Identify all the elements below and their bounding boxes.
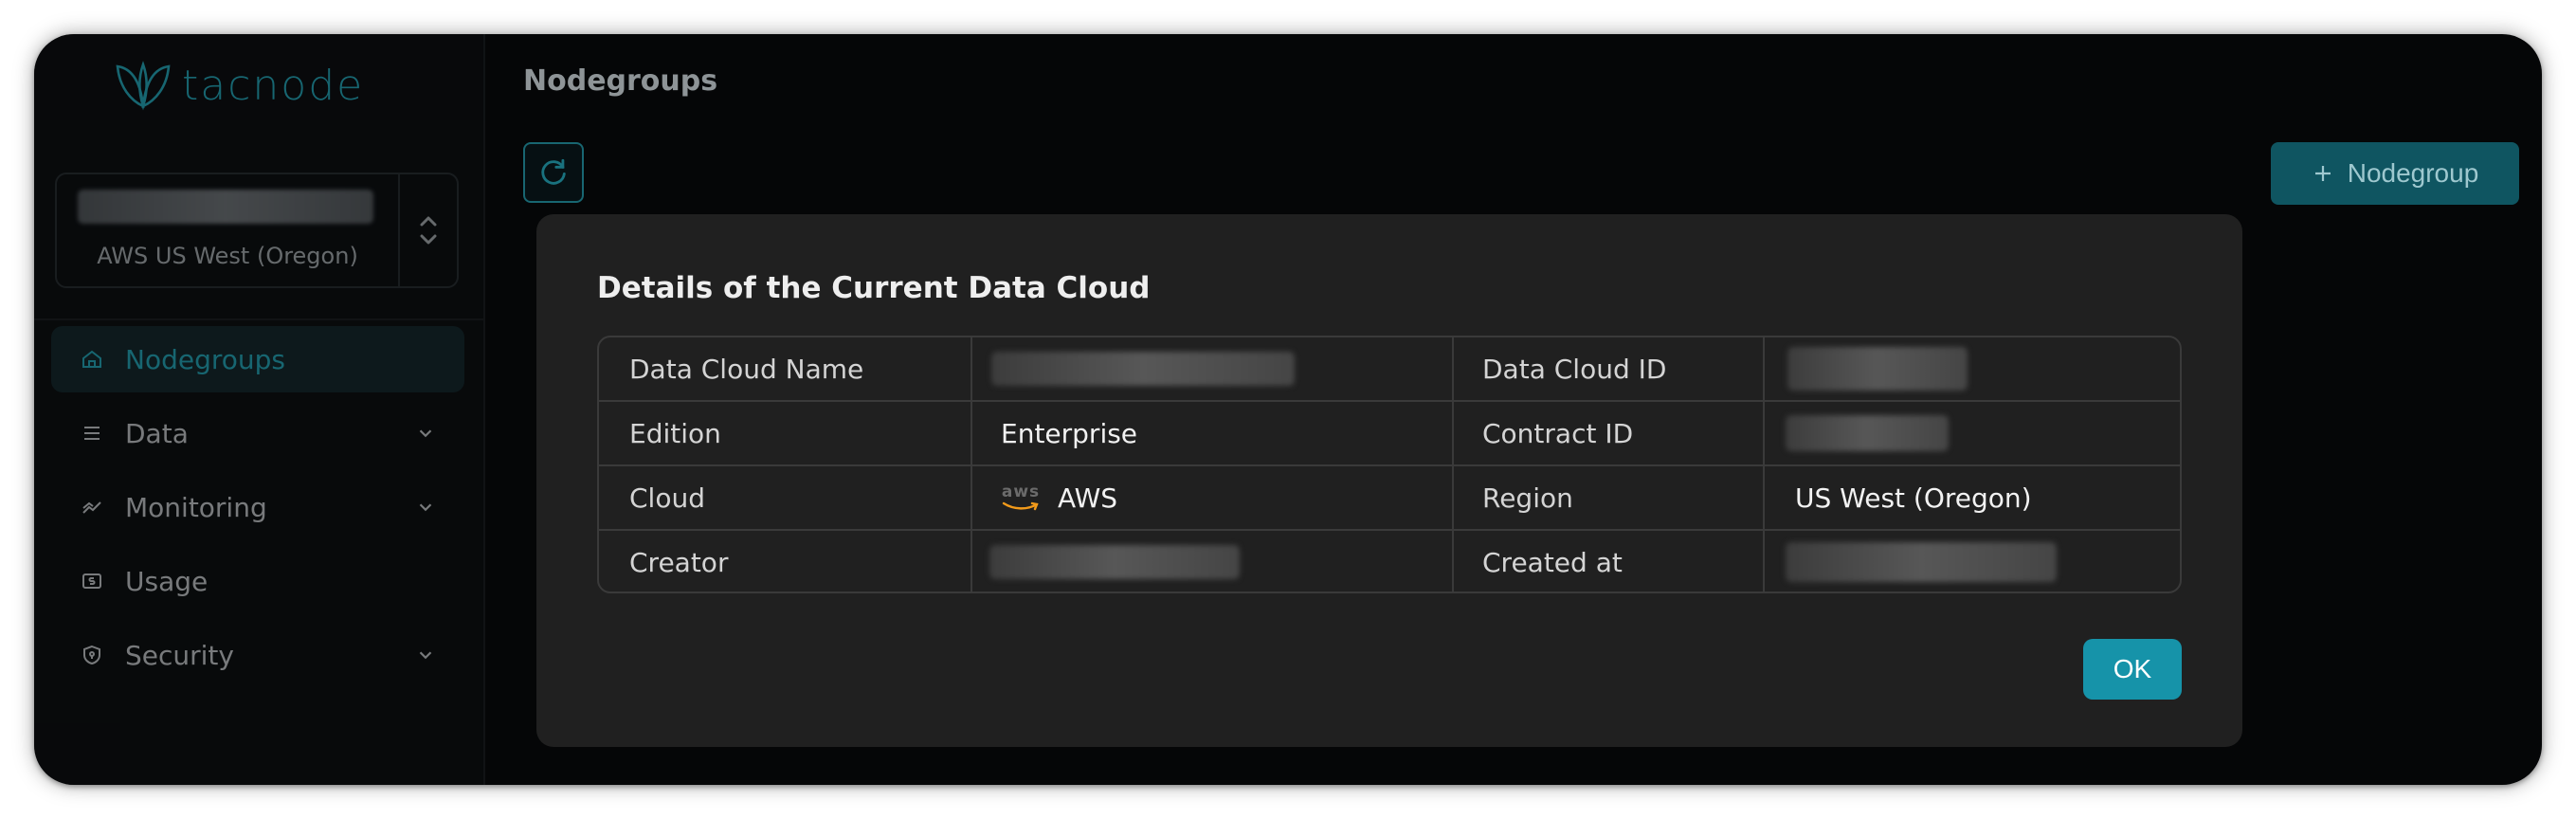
redacted-value [1786,542,2057,582]
creator-label: Creator [599,531,972,592]
add-nodegroup-button[interactable]: Nodegroup [2271,142,2519,205]
redacted-value [991,352,1295,386]
region-label: Region [1454,466,1765,529]
sidebar-item-data[interactable]: Data [51,400,464,466]
logo-text: tacnode [182,61,365,110]
data-cloud-details-dialog: Details of the Current Data Cloud Data C… [536,214,2242,747]
aws-logo-icon: aws [1001,483,1041,512]
chevron-up-down-icon [420,216,437,245]
contract-id-label: Contract ID [1454,402,1765,464]
data-cloud-name-value [972,337,1454,400]
data-cloud-selector[interactable]: AWS US West (Oregon) [55,173,459,288]
dollar-icon [80,569,104,593]
page-title: Nodegroups [523,64,718,98]
sidebar-item-usage[interactable]: Usage [51,548,464,614]
chevron-down-icon[interactable] [415,497,436,518]
region-value: US West (Oregon) [1795,482,2032,514]
sidebar-item-security[interactable]: Security [51,622,464,688]
sidebar-item-label: Monitoring [125,491,267,523]
chevron-down-icon[interactable] [415,645,436,665]
sidebar: tacnode AWS US West (Oregon) Nodegroups … [34,34,485,785]
sidebar-item-label: Data [125,417,189,449]
cloud-label: Cloud [599,466,972,529]
created-at-label: Created at [1454,531,1765,592]
sidebar-item-label: Security [125,639,234,671]
logo: tacnode [110,57,364,114]
ok-button[interactable]: OK [2083,639,2182,700]
trend-icon [80,495,104,519]
created-at-value [1765,531,2180,592]
data-cloud-id-value [1765,337,2180,400]
redacted-cloud-name [78,190,373,224]
house-icon [80,347,104,372]
refresh-icon [541,158,566,185]
refresh-button[interactable] [523,142,584,203]
list-icon [80,421,104,446]
shield-icon [80,643,104,667]
sidebar-item-monitoring[interactable]: Monitoring [51,474,464,540]
data-cloud-name-label: Data Cloud Name [599,337,972,400]
main-content: Nodegroups Nodegroup Details of the Curr… [485,34,2542,785]
tacnode-logo-icon [116,61,171,111]
table-row: Cloud aws AWS Region US West (Oregon) [599,466,2180,531]
plus-icon [2314,166,2331,181]
table-row: Creator Created at [599,531,2180,592]
dialog-title: Details of the Current Data Cloud [597,271,1151,305]
data-cloud-selector-main[interactable]: AWS US West (Oregon) [57,174,400,286]
table-row: Data Cloud Name Data Cloud ID [599,337,2180,402]
selector-toggle[interactable] [400,174,457,286]
redacted-value [1787,347,1968,391]
sidebar-nav: Nodegroups Data Monitoring Usage Securit… [51,326,464,696]
cloud-region-label: AWS US West (Oregon) [97,243,358,269]
contract-id-value [1765,402,2180,464]
redacted-value [989,545,1240,579]
sidebar-divider [34,318,483,320]
sidebar-item-nodegroups[interactable]: Nodegroups [51,326,464,392]
add-nodegroup-label: Nodegroup [2347,158,2479,188]
data-cloud-id-label: Data Cloud ID [1454,337,1765,400]
app-window: tacnode AWS US West (Oregon) Nodegroups … [34,34,2542,785]
table-row: Edition Enterprise Contract ID [599,402,2180,466]
redacted-value [1786,415,1949,451]
edition-label: Edition [599,402,972,464]
sidebar-item-label: Usage [125,565,209,597]
creator-value [972,531,1454,592]
chevron-down-icon[interactable] [415,423,436,444]
sidebar-item-label: Nodegroups [125,343,285,375]
edition-value: Enterprise [972,402,1454,464]
details-table: Data Cloud Name Data Cloud ID Edition En… [597,336,2182,593]
cloud-provider-name: AWS [1058,482,1118,514]
cloud-value: aws AWS [972,466,1454,529]
